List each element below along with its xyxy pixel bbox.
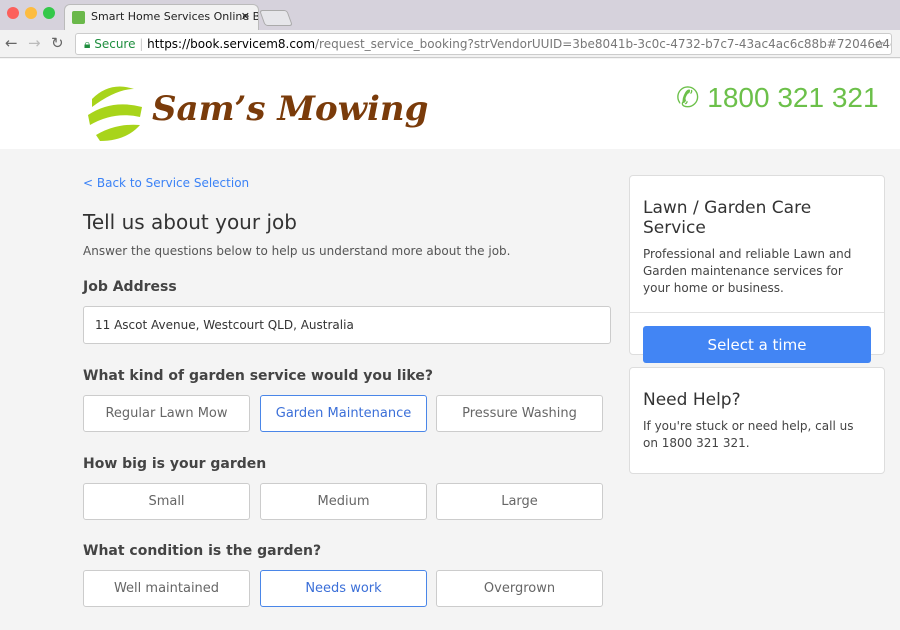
option-needs-work[interactable]: Needs work [260,570,427,607]
minimize-window-icon[interactable] [25,7,37,19]
close-tab-icon[interactable]: ✕ [241,5,250,29]
help-title: Need Help? [643,390,741,410]
option-pressure-washing[interactable]: Pressure Washing [436,395,603,432]
header-phone[interactable]: ✆ 1800 321 321 [676,81,879,114]
back-arrow-icon[interactable]: ← [5,34,18,52]
question-label: What condition is the garden? [83,543,322,559]
option-large[interactable]: Large [436,483,603,520]
new-tab-button[interactable] [259,10,293,26]
browser-titlebar: Smart Home Services Online B ✕ [0,0,900,30]
option-regular-lawn-mow[interactable]: Regular Lawn Mow [83,395,250,432]
question-label: What kind of garden service would you li… [83,368,433,384]
option-small[interactable]: Small [83,483,250,520]
tab-title: Smart Home Services Online B [91,10,259,23]
option-medium[interactable]: Medium [260,483,427,520]
forward-arrow-icon[interactable]: → [28,34,41,52]
select-a-time-button[interactable]: Select a time [643,326,871,363]
url-path: /request_service_booking?strVendorUUID=3… [315,37,892,51]
question-label: How big is your garden [83,456,267,472]
page-title: Tell us about your job [83,210,297,234]
job-address-label: Job Address [83,279,177,295]
service-card: Lawn / Garden Care Service Professional … [629,175,885,363]
divider [630,312,884,313]
logo-icon [88,86,142,141]
maximize-window-icon[interactable] [43,7,55,19]
help-text: If you're stuck or need help, call us on… [643,419,854,450]
lock-icon: 🔒︎ [84,37,91,51]
secure-label: Secure [94,37,136,51]
address-bar[interactable]: 🔒︎ Secure | https://book.servicem8.com/r… [75,33,892,55]
option-garden-maintenance[interactable]: Garden Maintenance [260,395,427,432]
job-address-input[interactable] [83,306,611,344]
bookmark-star-icon[interactable]: ☆ [874,34,885,54]
url-host: https://book.servicem8.com [147,37,316,51]
back-to-service-selection-link[interactable]: < Back to Service Selection [83,176,249,190]
browser-tab[interactable]: Smart Home Services Online B ✕ [64,4,259,30]
service-title: Lawn / Garden Care Service [643,198,812,238]
close-window-icon[interactable] [7,7,19,19]
phone-icon: ✆ [676,82,700,113]
site-header: Sam’s Mowing ✆ 1800 321 321 [0,59,900,149]
favicon-icon [72,11,85,24]
option-well-maintained[interactable]: Well maintained [83,570,250,607]
reload-icon[interactable]: ↻ [51,34,64,52]
browser-toolbar: ← → ↻ 🔒︎ Secure | https://book.servicem8… [0,30,900,58]
service-description: Professional and reliable Lawn and Garde… [643,247,852,295]
phone-number: 1800 321 321 [707,82,879,113]
option-overgrown[interactable]: Overgrown [436,570,603,607]
help-card: Need Help? If you're stuck or need help,… [629,367,885,474]
logo-text: Sam’s Mowing [152,89,429,129]
page-subtitle: Answer the questions below to help us un… [83,244,511,258]
